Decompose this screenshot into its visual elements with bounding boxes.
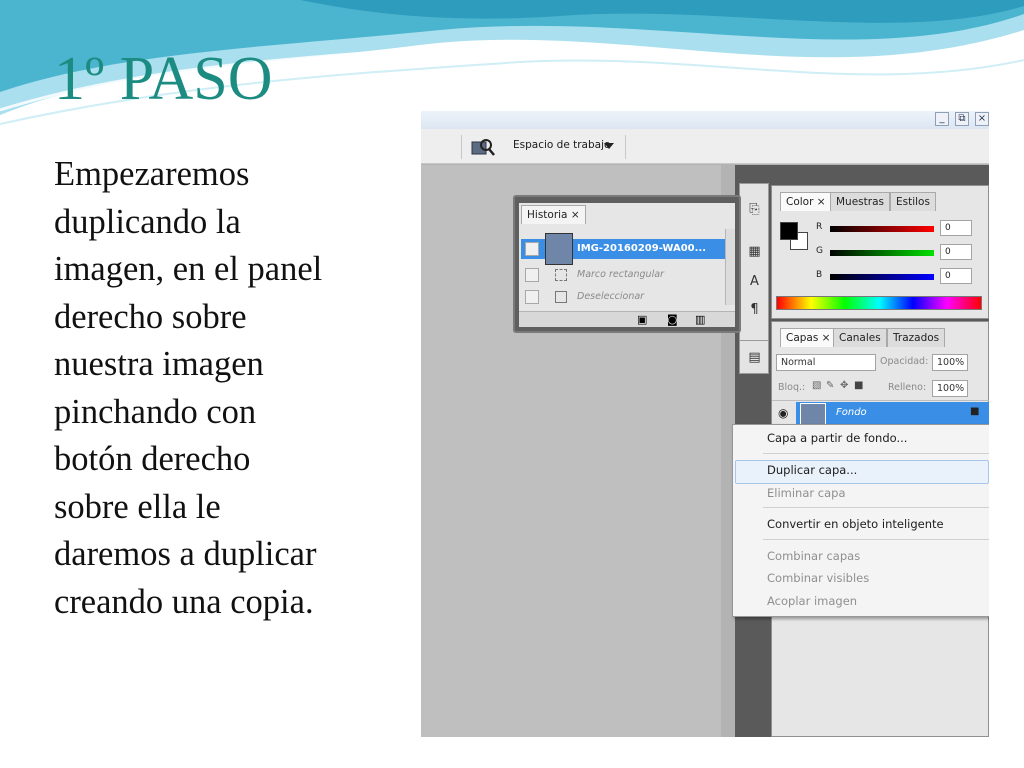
tab-trazados[interactable]: Trazados (887, 328, 946, 347)
brush-panel-icon[interactable]: ▦ (745, 242, 764, 261)
history-source-checkbox[interactable] (525, 242, 539, 256)
lock-label: Bloq.: (778, 382, 806, 393)
tab-historia[interactable]: Historia × (521, 205, 586, 224)
opacity-label: Opacidad: (880, 356, 929, 367)
trash-icon[interactable]: ▥ (695, 313, 705, 326)
layers-divider (772, 400, 989, 401)
blend-mode-select[interactable]: Normal (776, 354, 876, 371)
deselect-icon (555, 291, 567, 303)
body-line: botón derecho (54, 440, 251, 478)
body-line: duplicando la (54, 202, 241, 241)
lock-transparency-icon[interactable]: ▧ (812, 380, 821, 391)
history-panel-icon[interactable]: ⎘ (745, 200, 764, 219)
collapsed-panels-dock-2: ▤ (739, 340, 769, 374)
image-thumbnail (545, 233, 573, 265)
blue-value-field[interactable]: 0 (940, 268, 972, 284)
menu-separator (763, 453, 989, 454)
red-value-field[interactable]: 0 (940, 220, 972, 236)
lock-position-icon[interactable]: ✥ (840, 380, 848, 391)
layer-context-menu: Capa a partir de fondo... Duplicar capa.… (732, 424, 989, 617)
body-line: daremos a duplicar (54, 535, 317, 573)
layer-name: Fondo (836, 407, 867, 418)
options-bar: Espacio de trabajo (421, 129, 989, 164)
body-line: sobre ella le (54, 487, 221, 526)
fill-field[interactable]: 100% (932, 380, 968, 397)
menu-item-eliminar-capa[interactable]: Eliminar capa (767, 486, 846, 500)
workspace-menu-label[interactable]: Espacio de trabajo (513, 139, 610, 151)
history-source-checkbox[interactable] (525, 290, 539, 304)
history-footer: ▣ ◙ ▥ (519, 311, 735, 327)
notes-panel-icon[interactable]: ▤ (745, 348, 764, 367)
workspace-icon[interactable] (471, 137, 495, 157)
lock-all-icon[interactable]: ■ (854, 380, 863, 391)
history-row-snapshot[interactable]: IMG-20160209-WA00... (521, 233, 725, 265)
restore-button[interactable]: ⧉ (955, 112, 969, 126)
tab-capas[interactable]: Capas × (780, 328, 837, 347)
tab-canales[interactable]: Canales (833, 328, 887, 347)
channel-label-r: R (816, 222, 823, 232)
menu-item-duplicar-capa[interactable]: Duplicar capa... (767, 463, 857, 477)
history-row[interactable]: Deseleccionar (521, 287, 725, 307)
character-panel-icon[interactable]: A (745, 272, 764, 291)
history-scrollbar[interactable] (725, 229, 735, 305)
body-line: imagen, en el panel (54, 250, 323, 288)
tab-muestras[interactable]: Muestras (830, 192, 890, 211)
history-row-label: Deseleccionar (577, 291, 645, 302)
history-source-checkbox[interactable] (525, 268, 539, 282)
menu-separator (763, 507, 989, 508)
layer-row-fondo[interactable]: Fondo ■ (796, 402, 989, 427)
fill-label: Relleno: (888, 382, 927, 393)
window-titlebar: _ ⧉ × (421, 111, 989, 129)
toolbar-separator (461, 135, 462, 159)
history-row-label: Marco rectangular (577, 269, 664, 280)
camera-icon[interactable]: ◙ (667, 313, 678, 326)
chevron-down-icon[interactable] (604, 143, 614, 149)
green-slider[interactable] (830, 250, 934, 256)
color-spectrum-bar[interactable] (776, 296, 982, 310)
menu-item-combinar-visibles[interactable]: Combinar visibles (767, 571, 869, 585)
opacity-field[interactable]: 100% (932, 354, 968, 371)
history-row-label: IMG-20160209-WA00... (577, 243, 707, 254)
channel-label-g: G (816, 246, 823, 256)
marquee-icon (555, 269, 567, 281)
photoshop-screenshot: _ ⧉ × Espacio de trabajo ⎘ ▦ A ¶ ▤ Histo… (421, 111, 989, 737)
blue-slider[interactable] (830, 274, 934, 280)
body-line: Empezaremos (54, 155, 250, 193)
foreground-color-swatch[interactable] (780, 222, 798, 240)
history-panel: Historia × IMG-20160209-WA00... Marco re… (513, 195, 741, 333)
red-slider[interactable] (830, 226, 934, 232)
close-window-button[interactable]: × (975, 112, 989, 126)
channel-label-b: B (816, 270, 823, 280)
green-value-field[interactable]: 0 (940, 244, 972, 260)
lock-pixels-icon[interactable]: ✎ (826, 380, 834, 391)
body-line: derecho sobre (54, 297, 247, 336)
body-line: creando una copia. (54, 582, 314, 621)
history-row[interactable]: Marco rectangular (521, 265, 725, 285)
paragraph-panel-icon[interactable]: ¶ (745, 300, 764, 319)
lock-icon: ■ (970, 406, 980, 417)
color-panel: Color × Muestras Estilos R 0 G 0 B 0 (771, 185, 989, 319)
history-panel-body: Historia × IMG-20160209-WA00... Marco re… (519, 203, 735, 327)
tab-color[interactable]: Color × (780, 192, 832, 211)
slide-title: 1º PASO (54, 45, 273, 113)
snapshot-icon[interactable]: ▣ (637, 313, 647, 326)
body-line: nuestra imagen (54, 345, 264, 383)
menu-item-capa-a-partir-de-fondo[interactable]: Capa a partir de fondo... (767, 431, 907, 445)
menu-separator (763, 539, 989, 540)
visibility-eye-icon[interactable]: ◉ (778, 406, 788, 420)
menu-item-acoplar-imagen[interactable]: Acoplar imagen (767, 594, 857, 608)
toolbar-separator (625, 135, 626, 159)
slide-body-text: Empezaremos duplicando la imagen, en el … (54, 151, 404, 626)
tab-estilos[interactable]: Estilos (890, 192, 936, 211)
minimize-button[interactable]: _ (935, 112, 949, 126)
body-line: pinchando con (54, 392, 257, 431)
menu-item-combinar-capas[interactable]: Combinar capas (767, 549, 860, 563)
menu-item-convertir-objeto-inteligente[interactable]: Convertir en objeto inteligente (767, 517, 944, 531)
